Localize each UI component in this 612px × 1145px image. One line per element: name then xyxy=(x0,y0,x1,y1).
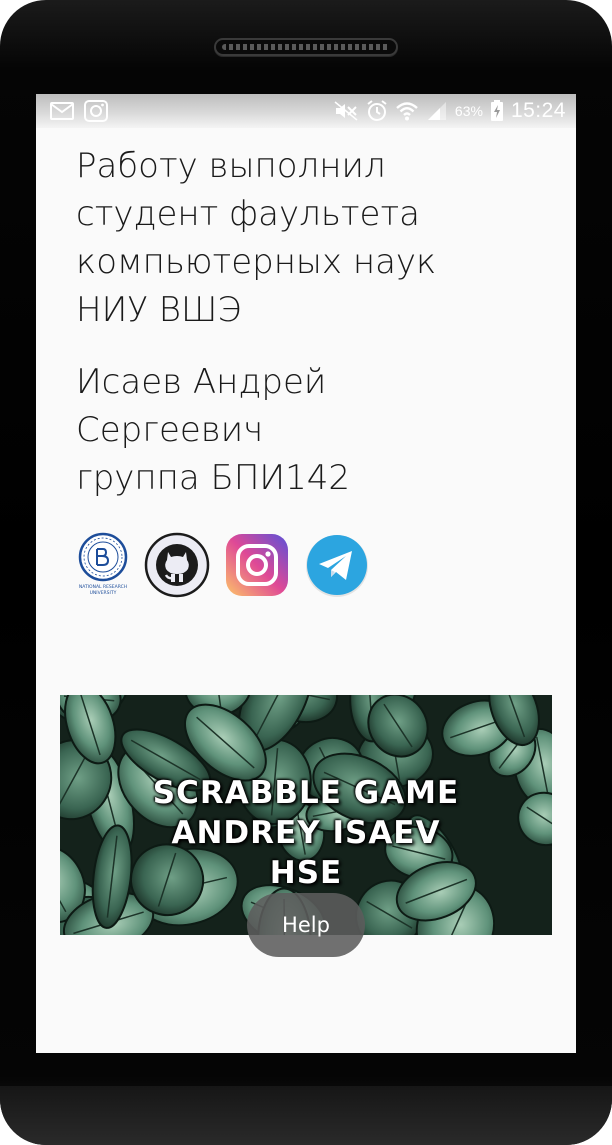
signal-icon xyxy=(426,100,448,122)
intro-line: Работу выполнил xyxy=(76,146,386,186)
intro-line: студент фаультета xyxy=(76,194,420,234)
banner-line: HSE xyxy=(269,855,343,891)
clock: 15:24 xyxy=(510,99,566,122)
mute-icon xyxy=(333,100,359,122)
hse-logo[interactable]: NATIONAL RESEARCH UNIVERSITY xyxy=(76,532,130,598)
battery-percent: 63% xyxy=(454,103,483,119)
phone-frame: 63% 15:24 Работу выполнил студент фаульт… xyxy=(0,0,612,1145)
mail-icon xyxy=(50,102,74,120)
telegram-button[interactable] xyxy=(304,532,370,598)
hse-caption-line: NATIONAL RESEARCH xyxy=(79,584,127,590)
author-patronymic: Сергеевич xyxy=(76,410,264,450)
github-icon xyxy=(144,532,210,598)
hse-caption: NATIONAL RESEARCH UNIVERSITY xyxy=(79,584,127,596)
student-group: группа БПИ142 xyxy=(76,458,350,498)
banner-line: ANDREY ISAEV xyxy=(171,815,441,851)
github-button[interactable] xyxy=(144,532,210,598)
battery-charging-icon xyxy=(490,100,504,122)
author-name: Исаев Андрей xyxy=(76,362,327,402)
intro-paragraph: Работу выполнил студент фаультета компью… xyxy=(76,142,556,334)
instagram-icon xyxy=(226,534,288,596)
hse-caption-line: UNIVERSITY xyxy=(90,590,117,596)
phone-bottom-bezel xyxy=(0,1086,612,1145)
status-bar: 63% 15:24 xyxy=(36,94,576,128)
social-links: NATIONAL RESEARCH UNIVERSITY xyxy=(76,532,370,598)
alarm-icon xyxy=(366,100,388,122)
banner-title: SCRABBLE GAME ANDREY ISAEV HSE xyxy=(60,773,552,893)
intro-line: НИУ ВШЭ xyxy=(76,290,242,330)
telegram-icon xyxy=(306,535,368,597)
help-button[interactable]: Help xyxy=(247,893,365,957)
banner-line: SCRABBLE GAME xyxy=(152,775,460,811)
app-screen: 63% 15:24 Работу выполнил студент фаульт… xyxy=(36,94,576,1053)
gallery-icon xyxy=(84,100,108,122)
phone-speaker xyxy=(214,38,398,56)
instagram-button[interactable] xyxy=(224,532,290,598)
hse-seal-icon xyxy=(78,532,128,582)
author-info: Работу выполнил студент фаультета компью… xyxy=(76,142,556,502)
author-name-paragraph: Исаев Андрей Сергеевич группа БПИ142 xyxy=(76,358,556,502)
intro-line: компьютерных наук xyxy=(76,242,437,282)
wifi-icon xyxy=(395,100,419,122)
